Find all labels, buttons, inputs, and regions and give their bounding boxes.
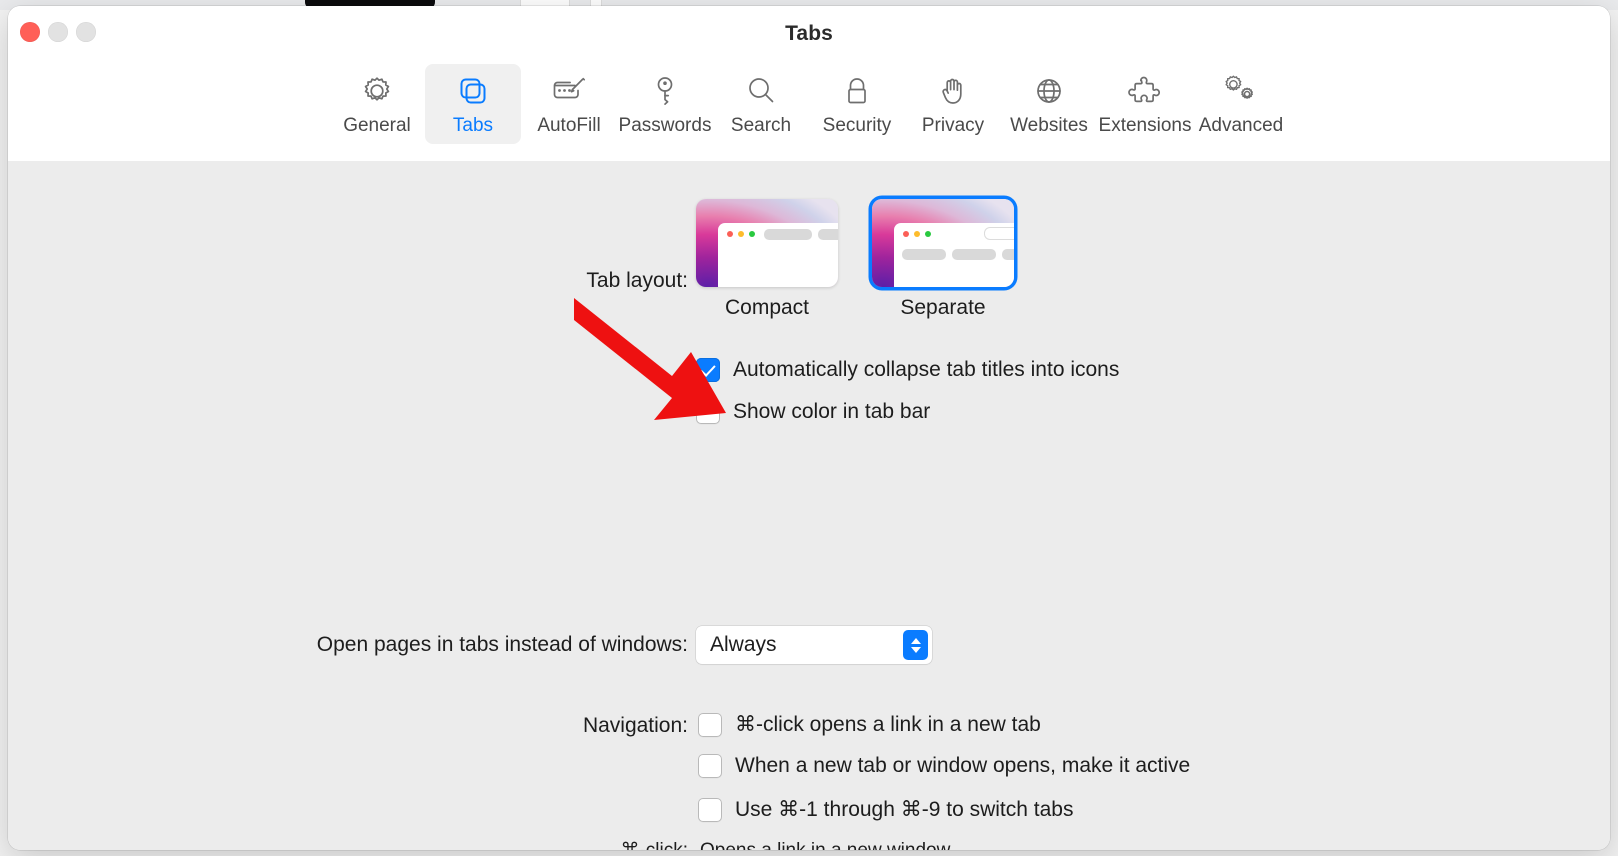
toolbar-item-tabs[interactable]: Tabs <box>425 64 521 144</box>
open-pages-select-value: Always <box>710 633 777 656</box>
tabs-icon <box>455 72 491 110</box>
compact-preview-tab <box>764 229 812 240</box>
open-pages-label: Open pages in tabs instead of windows: <box>316 633 688 656</box>
cmd-number-switch-tabs-label: Use ⌘-1 through ⌘-9 to switch tabs <box>735 798 1074 821</box>
cmd-click-new-tab-checkbox[interactable] <box>698 712 722 737</box>
tab-layout-label: Tab layout: <box>586 269 688 292</box>
separate-preview-tab <box>1002 249 1014 260</box>
tab-layout-option-compact[interactable]: Compact <box>696 199 838 320</box>
toolbar-item-label: Security <box>822 115 892 136</box>
compact-preview[interactable] <box>696 199 838 287</box>
toolbar-item-label: Privacy <box>921 115 985 136</box>
shortcut-reference-table: ⌘-click: Opens a link in a new window. ⌘… <box>8 839 1610 850</box>
toolbar-item-privacy[interactable]: Privacy <box>905 64 1001 144</box>
new-tab-active-checkbox[interactable] <box>698 754 722 778</box>
separate-preview-address-bar <box>984 227 1014 240</box>
gears-icon <box>1221 72 1261 110</box>
toolbar-item-general[interactable]: General <box>329 64 425 144</box>
compact-preview-traffic-lights <box>727 231 755 237</box>
collapse-tab-titles-checkbox[interactable] <box>696 358 720 382</box>
screen: Tabs General Tabs AutoFill Passwords Sea… <box>0 0 1618 856</box>
cmd-number-switch-tabs-row[interactable]: Use ⌘-1 through ⌘-9 to switch tabs <box>698 797 1073 822</box>
separate-preview-tab <box>902 249 946 260</box>
navigation-label: Navigation: <box>582 714 688 737</box>
show-color-in-tab-bar-row[interactable]: Show color in tab bar <box>696 400 930 424</box>
show-color-in-tab-bar-checkbox[interactable] <box>696 400 720 424</box>
key-icon <box>647 72 683 110</box>
separate-preview[interactable] <box>872 199 1014 287</box>
shortcut-key: ⌘-click: <box>8 839 688 850</box>
cmd-click-new-tab-label: ⌘-click opens a link in a new tab <box>735 713 1041 736</box>
collapse-tab-titles-label: Automatically collapse tab titles into i… <box>733 358 1120 381</box>
toolbar-item-label: Advanced <box>1198 115 1284 136</box>
toolbar-item-label: Search <box>730 115 792 136</box>
preferences-toolbar: General Tabs AutoFill Passwords Search S… <box>8 64 1610 144</box>
tab-layout-option-separate[interactable]: Separate <box>872 199 1014 320</box>
preferences-window: Tabs General Tabs AutoFill Passwords Sea… <box>8 6 1610 850</box>
toolbar-item-security[interactable]: Security <box>809 64 905 144</box>
toolbar-item-label: Websites <box>1010 115 1088 136</box>
toolbar-item-websites[interactable]: Websites <box>1001 64 1097 144</box>
gear-icon <box>359 72 395 110</box>
tab-layout-caption: Separate <box>900 296 986 319</box>
toolbar-item-label: AutoFill <box>537 115 601 136</box>
globe-icon <box>1031 72 1067 110</box>
toolbar-item-advanced[interactable]: Advanced <box>1193 64 1289 144</box>
new-tab-active-row[interactable]: When a new tab or window opens, make it … <box>698 754 1190 778</box>
toolbar-item-label: Extensions <box>1098 115 1192 136</box>
toolbar-item-extensions[interactable]: Extensions <box>1097 64 1193 144</box>
chevron-updown-icon[interactable] <box>903 630 928 660</box>
shortcut-row: ⌘-click: Opens a link in a new window. <box>8 839 1610 850</box>
hand-icon <box>935 72 971 110</box>
shortcut-description: Opens a link in a new window. <box>700 840 955 850</box>
tab-layout-options: Compact Separate <box>696 199 1014 320</box>
toolbar-item-label: General <box>343 115 411 136</box>
separate-preview-traffic-lights <box>903 231 931 237</box>
toolbar-item-passwords[interactable]: Passwords <box>617 64 713 144</box>
toolbar-item-label: Tabs <box>452 115 494 136</box>
toolbar-item-search[interactable]: Search <box>713 64 809 144</box>
preferences-content: Tab layout: Compact Separate Automatical… <box>8 161 1610 850</box>
lock-icon <box>839 72 875 110</box>
autofill-icon <box>549 72 589 110</box>
show-color-in-tab-bar-label: Show color in tab bar <box>733 400 931 423</box>
window-title: Tabs <box>785 22 833 45</box>
compact-preview-tab <box>818 229 838 240</box>
tab-layout-caption: Compact <box>724 296 810 319</box>
toolbar-item-label: Passwords <box>618 115 712 136</box>
search-icon <box>743 72 779 110</box>
collapse-tab-titles-row[interactable]: Automatically collapse tab titles into i… <box>696 358 1119 382</box>
separate-preview-tab <box>952 249 996 260</box>
window-titlebar: Tabs General Tabs AutoFill Passwords Sea… <box>8 6 1610 162</box>
cmd-click-new-tab-row[interactable]: ⌘-click opens a link in a new tab <box>698 712 1041 737</box>
new-tab-active-label: When a new tab or window opens, make it … <box>735 754 1191 777</box>
cmd-number-switch-tabs-checkbox[interactable] <box>698 797 722 822</box>
toolbar-item-autofill[interactable]: AutoFill <box>521 64 617 144</box>
open-pages-select[interactable]: Always <box>696 626 932 664</box>
puzzle-icon <box>1125 72 1165 110</box>
